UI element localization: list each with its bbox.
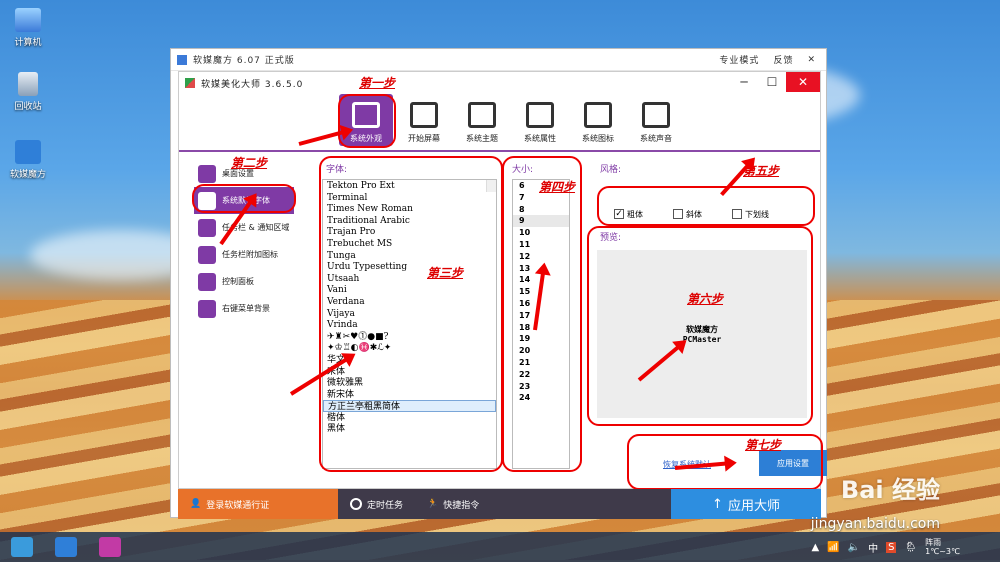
context-menu-icon <box>198 299 216 318</box>
run-icon: 🏃 <box>427 499 439 509</box>
shortcut-command-button[interactable]: 🏃 快捷指令 <box>415 489 491 519</box>
annotation-box-step1 <box>338 94 396 148</box>
tab-system-icons[interactable]: 系统图标 <box>571 94 625 146</box>
chevron-up-icon[interactable]: ▲ <box>811 542 819 553</box>
ime-indicator[interactable]: 中 <box>868 540 878 555</box>
tab-system-sound[interactable]: 系统声音 <box>629 94 683 146</box>
tshirt-icon <box>99 537 121 557</box>
baidu-url: jingyan.baidu.com <box>810 516 940 532</box>
annotation-box-step3 <box>319 156 503 472</box>
taskbar: ▲ 📶 🔈 中 S 🌦 阵雨 1℃~3℃ <box>0 532 1000 562</box>
weather-icon[interactable]: 🌦 <box>904 542 917 553</box>
taskbar-ruanmei[interactable] <box>44 532 88 562</box>
apply-master-button[interactable]: ↑ 应用大师 <box>671 489 821 519</box>
star-icon <box>584 102 612 128</box>
close-button[interactable]: ✕ <box>786 72 820 92</box>
desktop-icon-ruanmei[interactable]: 软媒魔方 <box>6 140 50 180</box>
step6-label: 第六步 <box>687 292 724 306</box>
annotation-box-step5 <box>597 186 815 226</box>
window-controls: ─ ☐ ✕ <box>730 72 820 92</box>
feedback-link[interactable]: 反馈 <box>773 53 793 66</box>
close-icon[interactable]: ✕ <box>807 55 816 65</box>
app-logo-icon <box>185 78 195 88</box>
desktop-icon-recycle-bin[interactable]: 回收站 <box>6 72 50 112</box>
inner-titlebar: 软媒美化大师 3.6.5.0 <box>179 72 820 94</box>
toolbar-divider <box>179 150 820 152</box>
minimize-button[interactable]: ─ <box>730 72 758 92</box>
ruanmei-cube-icon <box>55 537 77 557</box>
tab-start-screen[interactable]: 开始屏幕 <box>397 94 451 146</box>
cube-logo-icon <box>177 54 187 65</box>
volume-icon[interactable]: 🔈 <box>848 542 860 553</box>
tab-system-theme[interactable]: 系统主题 <box>455 94 509 146</box>
annotation-box-step4 <box>502 156 582 472</box>
inner-window: 软媒美化大师 3.6.5.0 ─ ☐ ✕ 系统外观 开始屏幕 系统主题 系统属性 <box>178 71 827 490</box>
taskbar-extra-icon <box>198 245 216 264</box>
desktop-settings-icon <box>198 164 216 183</box>
bottom-bar: 👤 登录软媒通行证 定时任务 🏃 快捷指令 ↑ 应用大师 <box>178 489 821 519</box>
speaker-icon <box>642 102 670 128</box>
outer-window: 软媒魔方 6.07 正式版 专业模式 反馈 ✕ 软媒美化大师 3.6.5.0 ─… <box>170 48 827 519</box>
oem-icon <box>526 102 554 128</box>
sogou-icon[interactable]: S <box>886 541 897 553</box>
clock-icon <box>350 498 362 510</box>
step3-label: 第三步 <box>427 266 464 280</box>
taskbar-icon <box>198 218 216 237</box>
network-icon[interactable]: 📶 <box>827 542 839 553</box>
sidebar-item-taskbar[interactable]: 任务栏 & 通知区域 <box>194 214 294 241</box>
control-panel-icon <box>198 272 216 291</box>
user-icon: 👤 <box>190 499 202 509</box>
taskbar-ie[interactable] <box>0 532 44 562</box>
ruanmei-cube-icon <box>15 140 41 164</box>
step7-label: 第七步 <box>745 438 782 452</box>
outer-window-title: 软媒魔方 6.07 正式版 <box>193 56 295 66</box>
step4-label: 第四步 <box>539 180 576 194</box>
baidu-watermark: Bai 经验 <box>840 476 940 504</box>
maximize-button[interactable]: ☐ <box>758 72 786 92</box>
weather-text: 阵雨 1℃~3℃ <box>925 538 960 556</box>
sidebar-item-control-panel[interactable]: 控制面板 <box>194 268 294 295</box>
tshirt-icon <box>468 102 496 128</box>
recycle-bin-icon <box>18 72 38 96</box>
sidebar-item-context-menu[interactable]: 右键菜单背景 <box>194 295 294 322</box>
login-button[interactable]: 👤 登录软媒通行证 <box>178 489 338 519</box>
style-label: 风格: <box>600 165 622 175</box>
taskbar-beautify[interactable] <box>88 532 132 562</box>
sidebar-item-taskbar-icons[interactable]: 任务栏附加图标 <box>194 241 294 268</box>
step2-label: 第二步 <box>231 156 268 170</box>
computer-icon <box>15 8 41 32</box>
arrow-up-icon: ↑ <box>712 496 723 512</box>
pro-mode-link[interactable]: 专业模式 <box>719 53 759 66</box>
outer-titlebar: 软媒魔方 6.07 正式版 专业模式 反馈 ✕ <box>171 49 826 71</box>
ie-icon <box>11 537 33 557</box>
scheduled-task-button[interactable]: 定时任务 <box>338 489 415 519</box>
annotation-box-step6 <box>587 226 813 426</box>
inner-window-title: 软媒美化大师 3.6.5.0 <box>201 79 304 90</box>
desktop-icon-computer[interactable]: 计算机 <box>6 8 50 48</box>
tab-system-properties[interactable]: 系统属性 <box>513 94 567 146</box>
step1-label: 第一步 <box>359 76 396 90</box>
start-screen-icon <box>410 102 438 128</box>
system-tray: ▲ 📶 🔈 中 S 🌦 阵雨 1℃~3℃ <box>811 538 1000 556</box>
